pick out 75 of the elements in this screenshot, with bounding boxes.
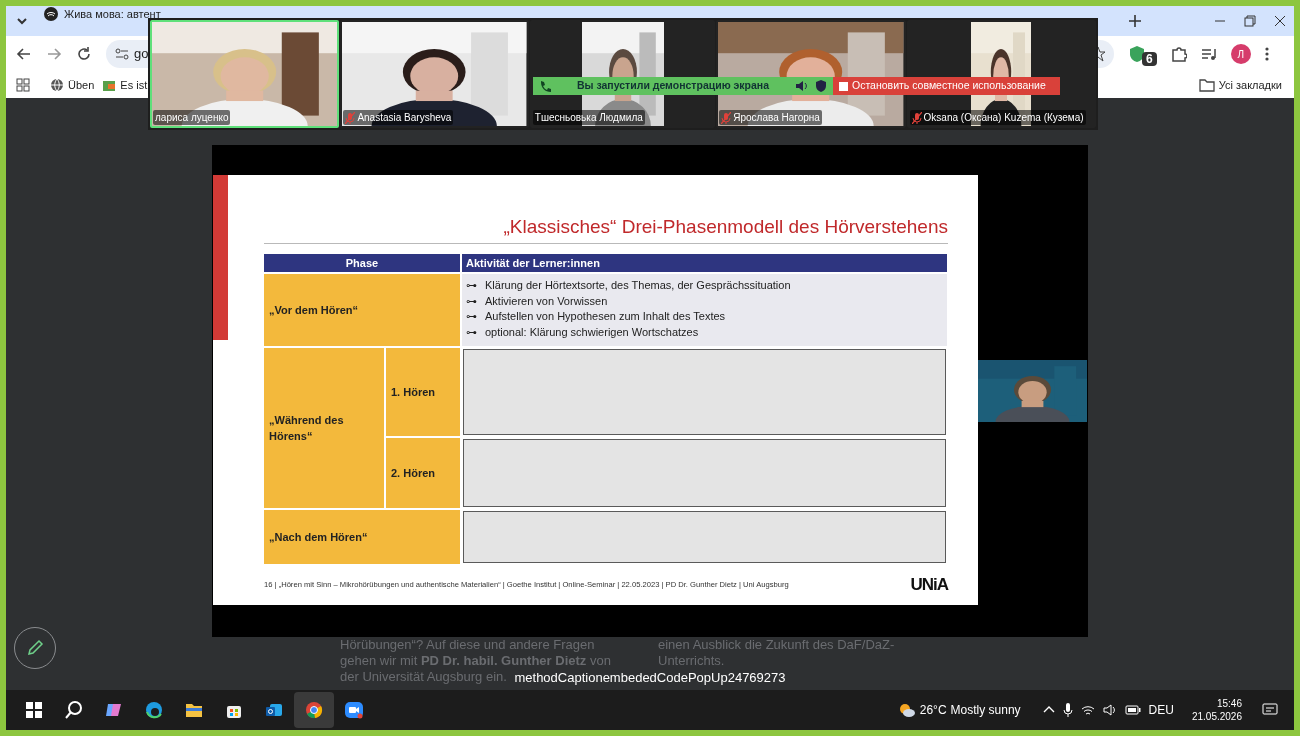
profile-avatar[interactable]: Л: [1230, 44, 1251, 64]
slide-title: „Klassisches“ Drei-Phasenmodell des Hörverstehens: [502, 215, 948, 239]
language-indicator[interactable]: DEU: [1148, 701, 1174, 719]
temperature-text: 26°C: [919, 702, 947, 719]
phase-label: „Vor dem Hören“: [264, 274, 460, 346]
reload-icon[interactable]: [76, 46, 92, 62]
forward-icon[interactable]: [46, 46, 62, 62]
new-tab-icon[interactable]: [1128, 14, 1142, 28]
bullet-glyph: ⊶: [466, 293, 477, 309]
speaker-icon: [795, 80, 809, 92]
phase-label: „Nach dem Hören“: [264, 510, 460, 564]
participant-name: Тшесньовька Людмила: [534, 111, 643, 125]
page-text: Unterrichts.: [658, 653, 725, 669]
globe-icon: [50, 78, 64, 92]
pencil-icon: [26, 639, 44, 657]
bullet-glyph: ⊶: [466, 324, 477, 340]
participant-name: лариса луценко: [155, 111, 229, 125]
volume-icon[interactable]: [1102, 704, 1117, 716]
subphase-label: 1. Hören: [386, 348, 460, 436]
caption-text: methodCaptionembededCodePopUp24769273: [514, 670, 786, 685]
date-text: 21.05.2026: [1191, 710, 1242, 723]
participant-name: Oksana (Оксана) Kuzema (Кузема): [923, 111, 1084, 125]
column-header: Aktivität der Lerner:innen: [462, 254, 947, 272]
bookmark-label: Üben: [68, 77, 95, 93]
all-bookmarks-button[interactable]: Усі закладки: [1198, 76, 1282, 94]
broadcast-icon: [44, 7, 58, 21]
clock[interactable]: 15:46 21.05.2026: [1191, 697, 1242, 723]
sun-cloud-icon: [897, 702, 916, 718]
puzzle-icon[interactable]: [1170, 46, 1187, 62]
wifi-icon[interactable]: [1080, 704, 1095, 716]
share-status-text: Вы запустили демонстрацию экрана: [575, 78, 771, 94]
page-text: gehen wir mit PD Dr. habil. Gunther Dietz von: [340, 653, 611, 669]
bullet-glyph: ⊶: [466, 278, 477, 293]
folder-icon: [1198, 78, 1215, 92]
close-icon[interactable]: [1274, 15, 1286, 27]
weather-text: Mostly sunny: [950, 702, 1021, 719]
weather-widget[interactable]: 26°C Mostly sunny: [897, 701, 1021, 719]
browser-tab[interactable]: Жива мова: автент: [38, 7, 167, 21]
activity-text: Aufstellen von Hypothesen zum Inhalt des Textes: [485, 309, 726, 324]
page-text: einen Ausblick die Zukunft des DaF/DaZ-: [658, 637, 895, 653]
bookmark-favicon-icon: [102, 78, 117, 92]
annotate-button[interactable]: [14, 627, 56, 669]
menu-icon[interactable]: [1264, 46, 1269, 62]
university-logo: UNiA: [910, 574, 948, 596]
bookmark-label: Es ist: [120, 77, 148, 93]
chrome-icon[interactable]: [294, 692, 334, 728]
shield-icon: [815, 80, 827, 92]
activity-text: optional: Klärung schwierigen Wortschatzes: [485, 324, 699, 340]
apps-icon[interactable]: [16, 78, 30, 92]
page-text: der Universität Augsburg ein.: [340, 669, 507, 685]
bookmark[interactable]: Es ist: [102, 76, 148, 94]
battery-icon[interactable]: [1124, 705, 1141, 715]
participant-name: Ярослава Нагорна: [733, 111, 820, 125]
participant-name: Anastasia Barysheva: [357, 111, 452, 125]
address-text: go: [134, 45, 149, 64]
back-icon[interactable]: [16, 46, 32, 62]
media-icon[interactable]: [1200, 46, 1217, 62]
stop-square-icon: [839, 81, 848, 91]
page-text: Hörübungen“? Auf diese und andere Fragen: [340, 637, 595, 653]
time-text: 15:46: [1215, 697, 1242, 710]
phase-label: „Während des Hörens“: [264, 348, 384, 508]
tab-title: Жива мова: автент: [64, 8, 161, 20]
column-header: Phase: [264, 254, 460, 272]
restore-icon[interactable]: [1244, 15, 1256, 27]
extension-badge: 6: [1142, 52, 1157, 66]
microphone-icon[interactable]: [1062, 703, 1073, 717]
subphase-label: 2. Hören: [386, 438, 460, 508]
notification-icon[interactable]: [1262, 703, 1278, 717]
activity-text: Klärung der Hörtextsorte, des Themas, der Gesprächssituation: [485, 278, 791, 293]
activity-text: Aktivieren von Vorwissen: [485, 293, 608, 309]
phone-icon: [539, 80, 551, 92]
site-settings-icon[interactable]: [114, 46, 130, 62]
bullet-glyph: ⊶: [466, 309, 477, 324]
stop-share-button[interactable]: Остановить совместное использование: [833, 77, 1060, 95]
bookmark[interactable]: Üben: [50, 76, 95, 94]
